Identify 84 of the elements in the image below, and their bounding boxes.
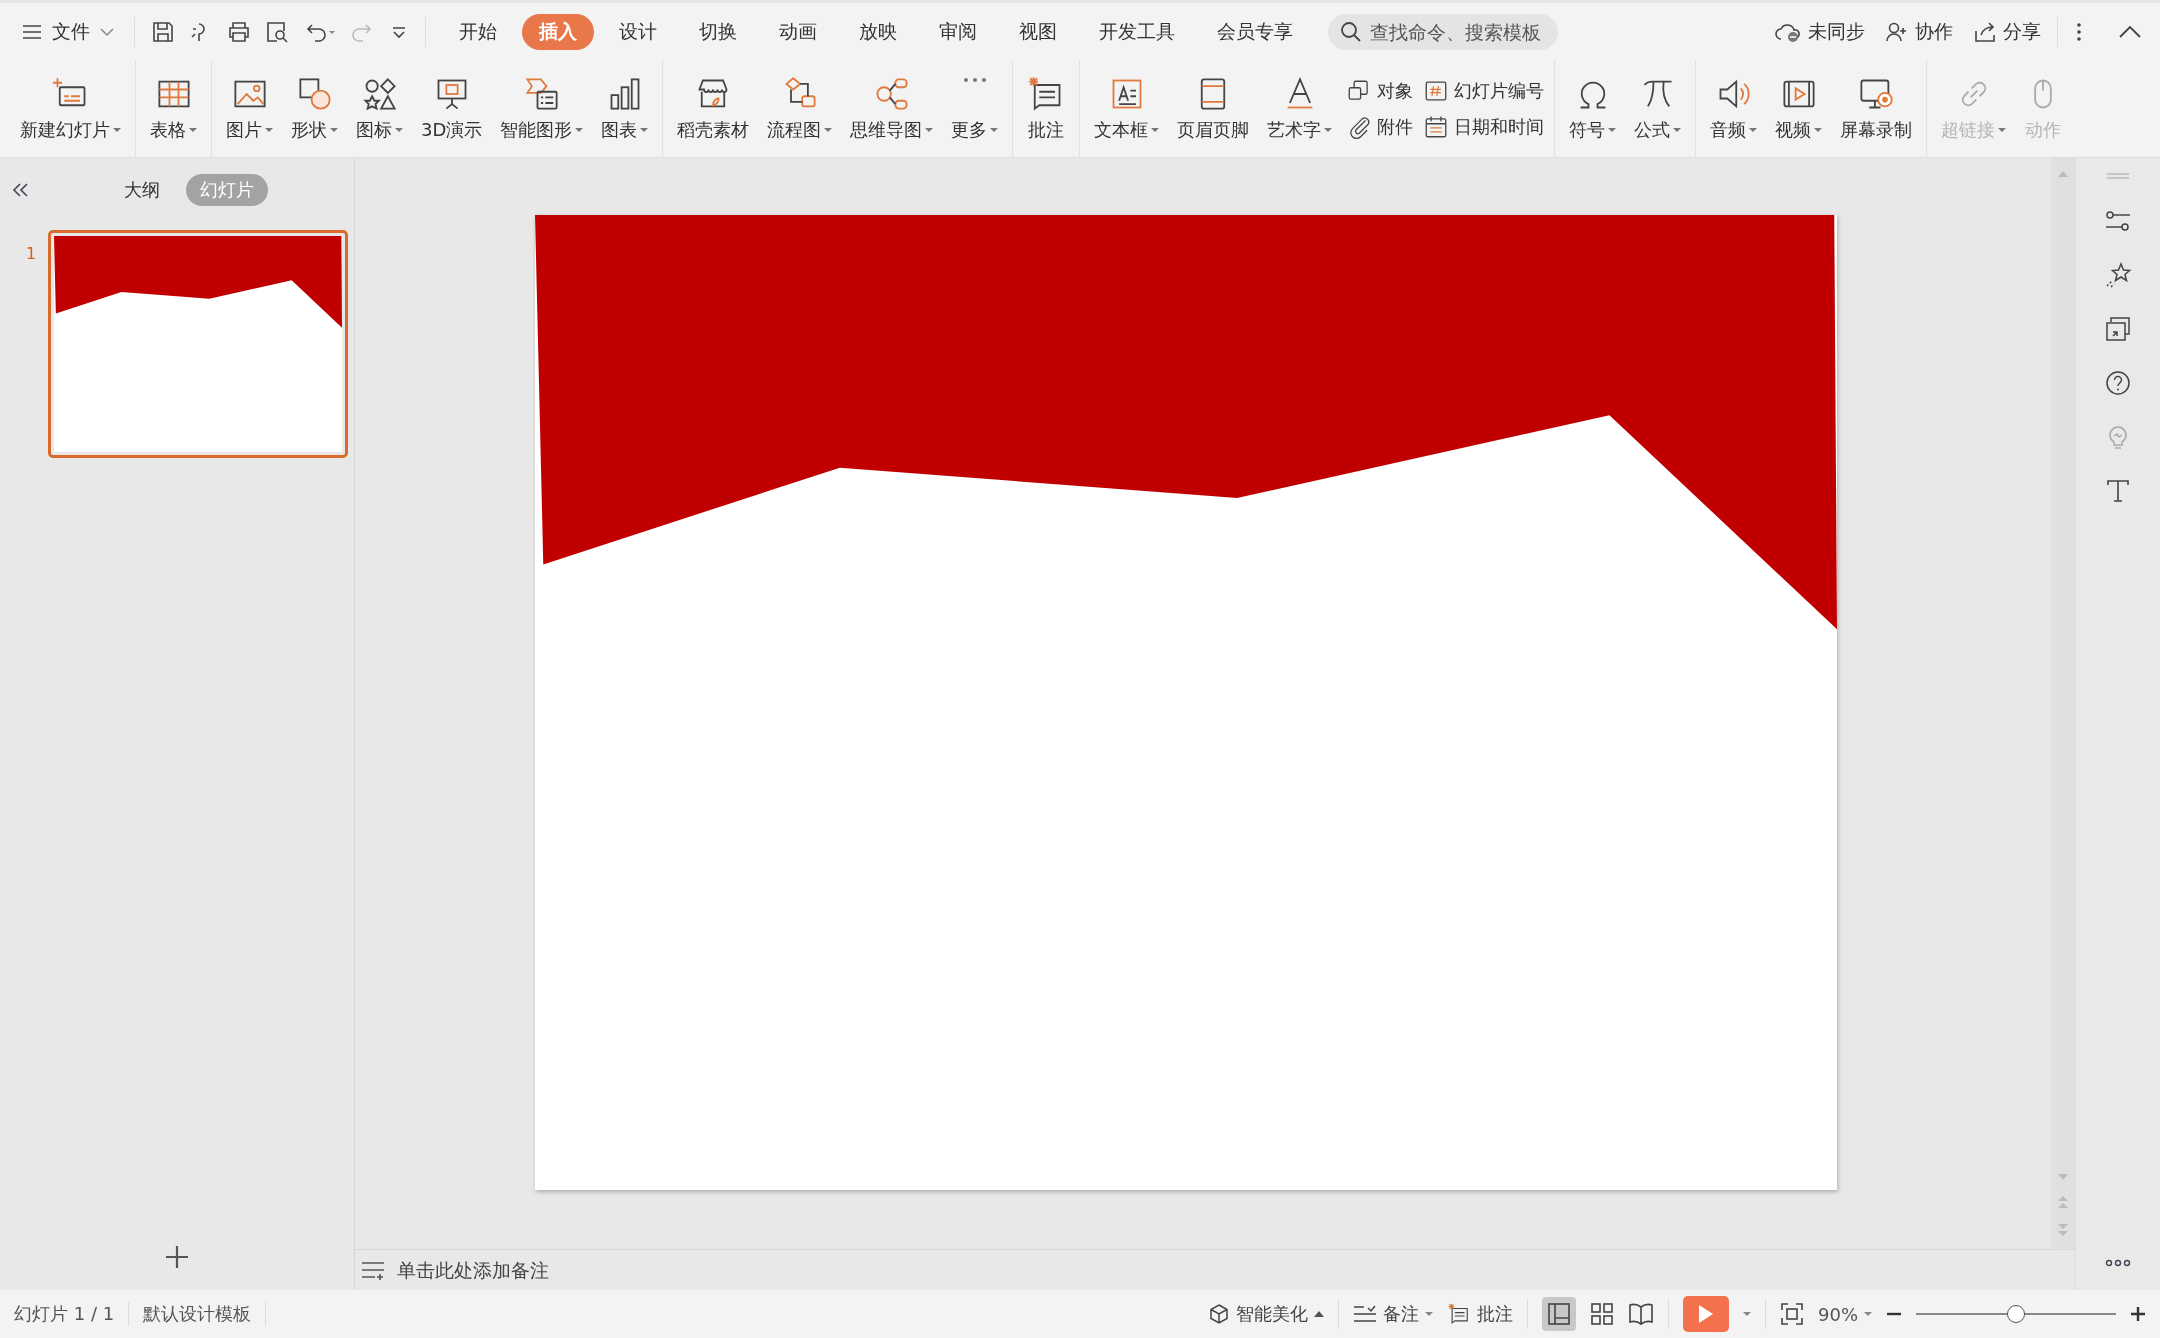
ribbon-tab[interactable]: 视图: [1002, 13, 1074, 50]
comment-icon: [1447, 1303, 1471, 1325]
notes-icon: [1353, 1305, 1377, 1323]
save-icon[interactable]: [151, 19, 175, 44]
ribbon-tab[interactable]: 放映: [842, 13, 914, 50]
print-preview-icon[interactable]: [265, 19, 289, 44]
notes-field[interactable]: 单击此处添加备注: [395, 1258, 799, 1282]
ribbon-button[interactable]: 更多: [943, 71, 1007, 146]
caret-icon: [1425, 1311, 1433, 1317]
fit-screen-icon[interactable]: [1780, 1302, 1804, 1326]
ribbon-button[interactable]: 文本框: [1086, 71, 1168, 146]
ribbon-button[interactable]: 符号: [1561, 71, 1625, 146]
double-chevron-left-icon[interactable]: [12, 182, 30, 198]
grid-view-icon[interactable]: [1590, 1302, 1614, 1326]
star-icon[interactable]: [2105, 262, 2131, 288]
ribbon-button[interactable]: 艺术字: [1259, 71, 1341, 146]
ribbon-tab[interactable]: 动画: [762, 13, 834, 50]
ribbon-tab[interactable]: 审阅: [922, 13, 994, 50]
drag-handle-icon[interactable]: [2106, 172, 2130, 180]
sync-status-button[interactable]: 未同步: [1774, 18, 1865, 45]
sliders-icon[interactable]: [2105, 208, 2131, 234]
text-tool-icon[interactable]: [2105, 478, 2131, 504]
ribbon-button[interactable]: 图片: [218, 71, 281, 146]
ribbon-tab[interactable]: 开始: [442, 13, 514, 50]
ribbon-button[interactable]: 日期和时间: [1423, 113, 1545, 140]
chevron-down-icon: [100, 26, 114, 37]
ribbon-button[interactable]: 形状: [283, 71, 346, 146]
ribbon-tab[interactable]: 设计: [602, 13, 674, 50]
ribbon-button[interactable]: 思维导图: [842, 71, 942, 146]
ribbon-button[interactable]: 智能图形: [492, 71, 592, 146]
ribbon-button[interactable]: 屏幕录制: [1832, 71, 1921, 146]
ribbon-button[interactable]: 图标: [348, 71, 411, 146]
ribbon-button[interactable]: 图表: [593, 71, 657, 146]
caret-icon[interactable]: [1743, 1311, 1751, 1317]
share-icon: [1973, 20, 1997, 43]
add-user-icon: [1885, 20, 1909, 43]
help-icon[interactable]: [2105, 370, 2131, 396]
normal-view-icon[interactable]: [1542, 1297, 1576, 1331]
ribbon-tab[interactable]: 切换: [682, 13, 754, 50]
beautify-button[interactable]: 智能美化: [1208, 1302, 1324, 1326]
play-icon: [1697, 1303, 1715, 1325]
add-slide-icon[interactable]: [164, 1244, 190, 1270]
slide-thumbnail[interactable]: [48, 230, 349, 458]
file-menu[interactable]: 文件: [18, 12, 118, 51]
ribbon-button[interactable]: 新建幻灯片: [12, 71, 129, 146]
book-icon[interactable]: [1628, 1302, 1654, 1326]
play-button[interactable]: [1683, 1296, 1729, 1332]
cube-icon: [1208, 1303, 1230, 1325]
slide-canvas[interactable]: [535, 215, 1837, 1190]
notes-icon: [361, 1260, 387, 1280]
ribbon-button[interactable]: 批注: [1019, 71, 1074, 146]
collaborate-button[interactable]: 协作: [1885, 18, 1953, 45]
zoom-slider[interactable]: [1916, 1304, 2116, 1324]
search-field[interactable]: 查找命令、搜索模板: [1328, 13, 1558, 50]
panel-tab[interactable]: 大纲: [110, 174, 174, 206]
ribbon-button[interactable]: 页眉页脚: [1169, 71, 1258, 146]
comments-button[interactable]: 批注: [1447, 1302, 1513, 1326]
caret-up-icon: [1314, 1311, 1324, 1317]
chevron-up-icon[interactable]: [2118, 23, 2142, 40]
ribbon-tab[interactable]: 开发工具: [1082, 13, 1192, 50]
ribbon-tab[interactable]: 会员专享: [1200, 13, 1310, 50]
ribbon-button[interactable]: 3D演示: [413, 71, 491, 146]
ribbon-button[interactable]: 幻灯片编号: [1423, 77, 1545, 104]
ribbon-button[interactable]: 附件: [1346, 113, 1414, 140]
share-button[interactable]: 分享: [1973, 18, 2041, 45]
template-name: 默认设计模板: [143, 1302, 267, 1326]
more-icon[interactable]: [2105, 1258, 2131, 1268]
notes-button[interactable]: 备注: [1353, 1302, 1433, 1326]
slide-number: 1: [26, 244, 37, 263]
caret-icon: [1864, 1311, 1872, 1317]
ribbon-button[interactable]: 表格: [142, 71, 205, 146]
ribbon-button[interactable]: 视频: [1767, 71, 1831, 146]
ribbon-button[interactable]: 公式: [1626, 71, 1690, 146]
zoom-in-icon[interactable]: [2130, 1306, 2146, 1322]
ribbon-button[interactable]: 流程图: [759, 71, 841, 146]
ribbon-button[interactable]: 稻壳素材: [669, 71, 758, 146]
ribbon-button[interactable]: 音频: [1702, 71, 1766, 146]
ribbon-button[interactable]: 对象: [1346, 77, 1414, 104]
slides-icon[interactable]: [2105, 316, 2131, 342]
print-icon[interactable]: [227, 19, 251, 44]
search-icon: [1340, 20, 1362, 43]
slide-count: 幻灯片 1 / 1: [14, 1302, 130, 1326]
menu-icon: [22, 23, 42, 40]
zoom-dropdown[interactable]: 90%: [1818, 1303, 1872, 1325]
